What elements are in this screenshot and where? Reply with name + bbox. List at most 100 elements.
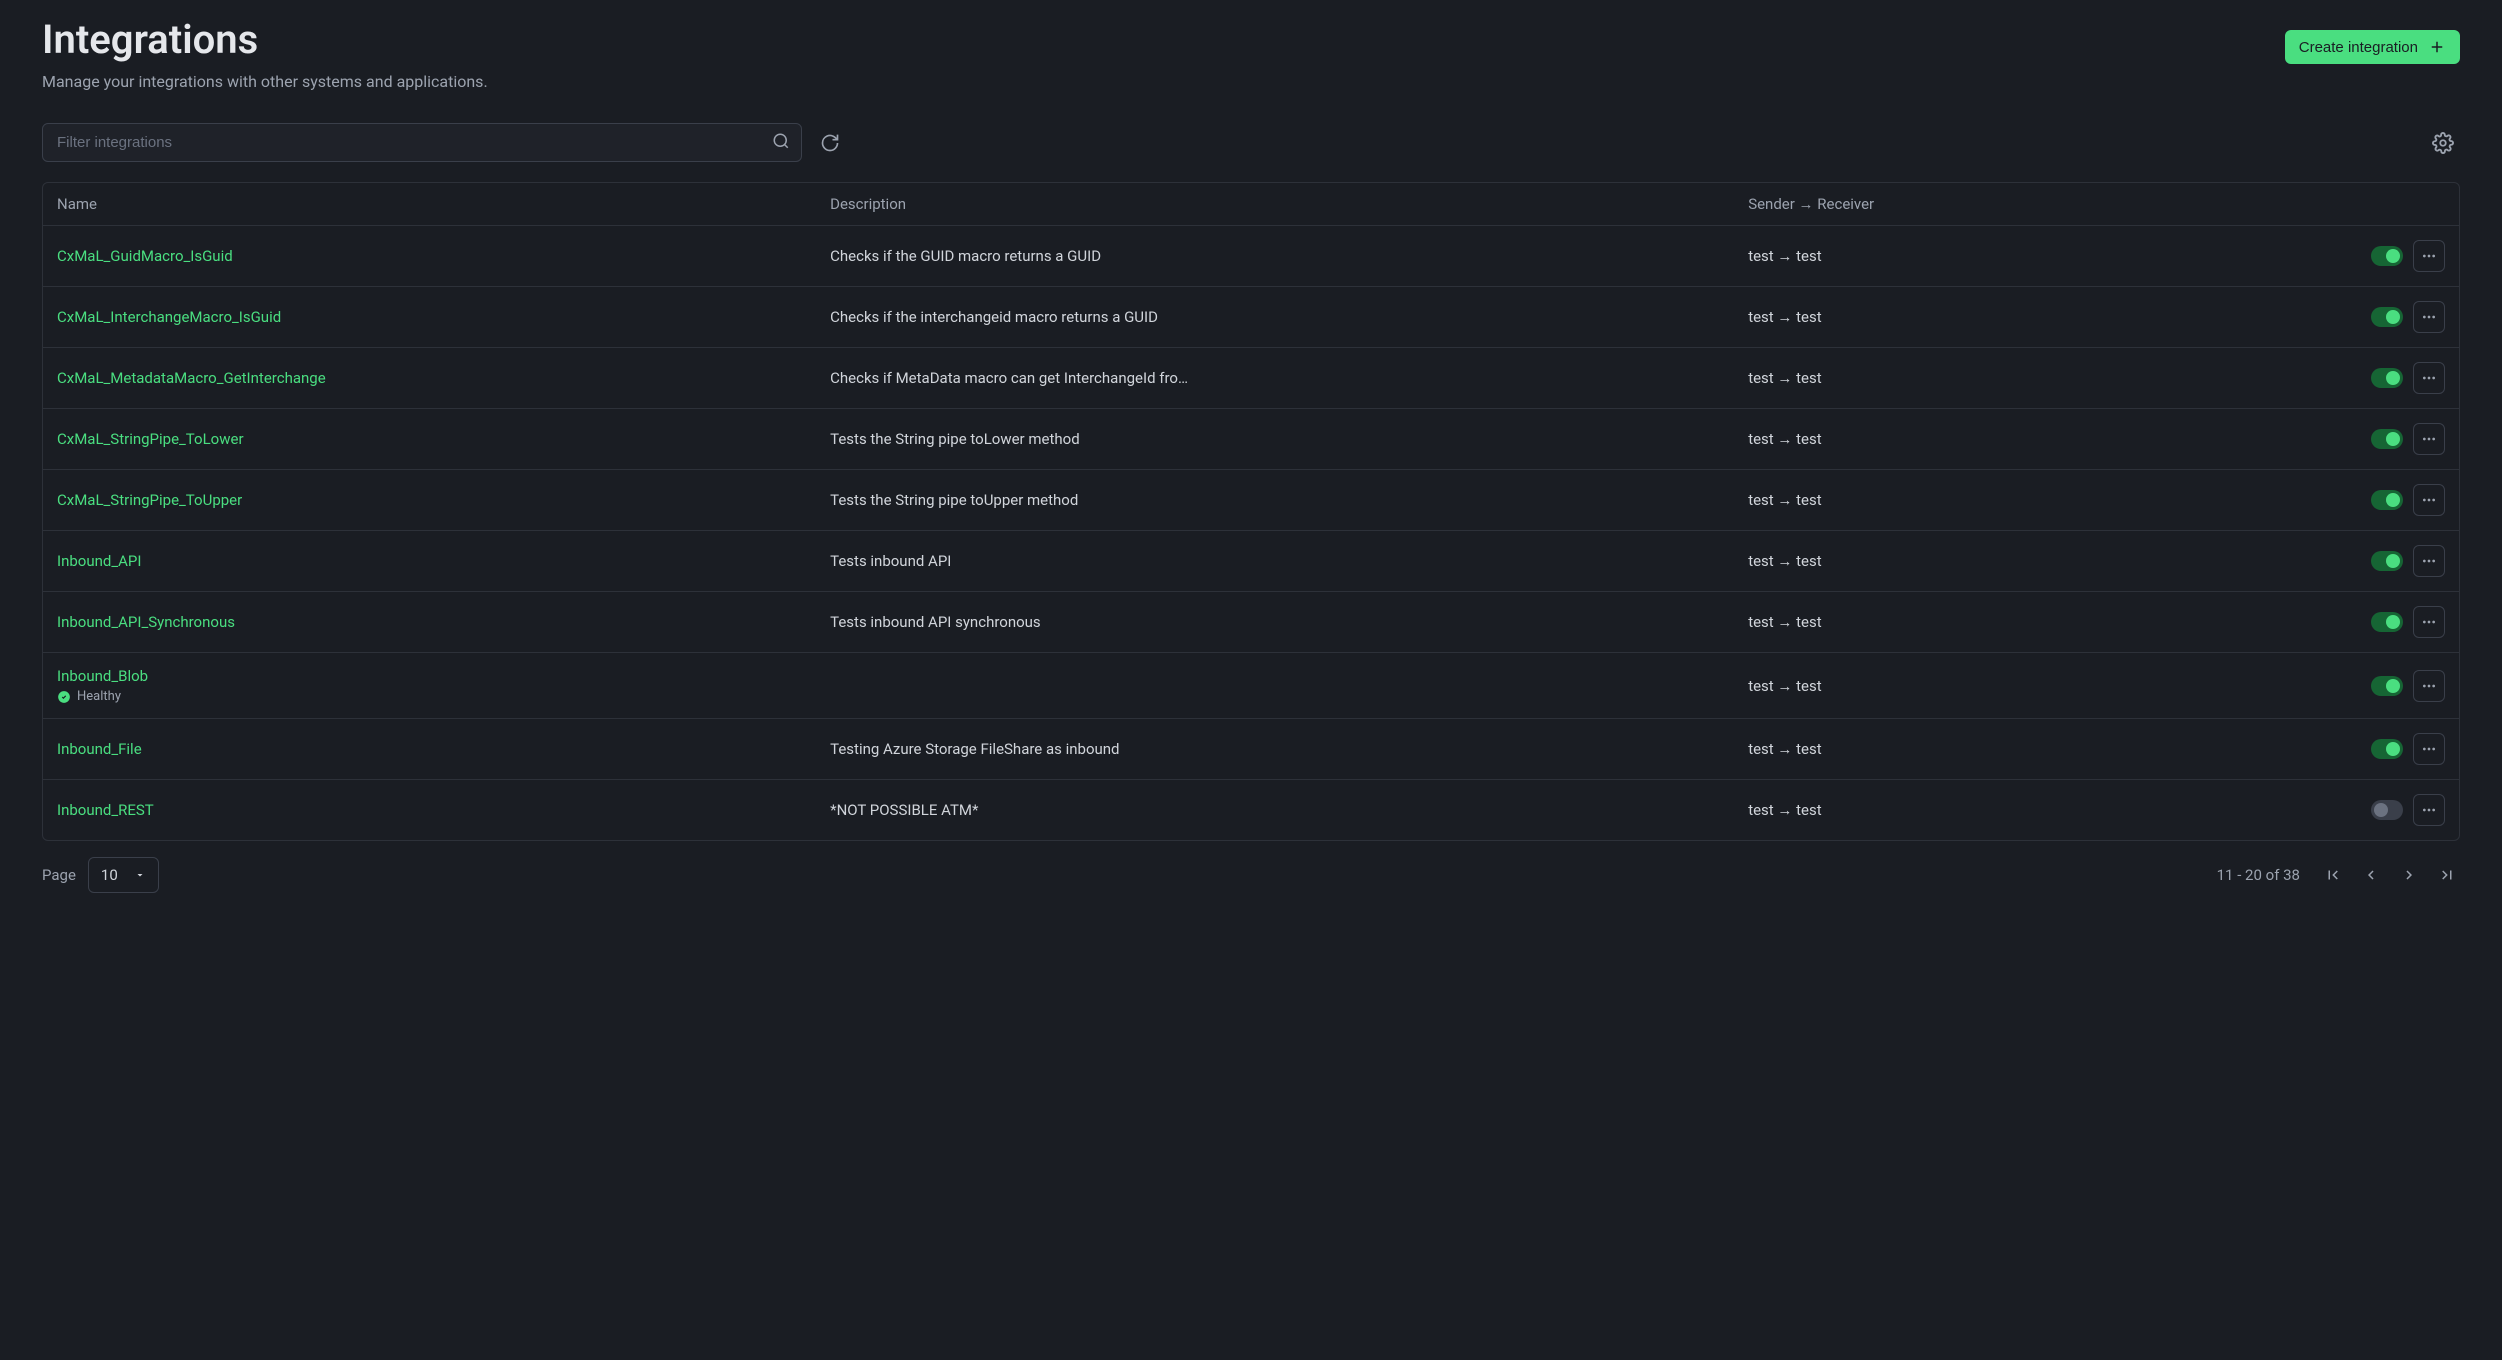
table-row: CxMaL_StringPipe_ToUpper Tests the String…: [43, 470, 2459, 531]
create-integration-button[interactable]: Create integration: [2285, 30, 2460, 64]
more-actions-button[interactable]: [2413, 301, 2445, 333]
enabled-toggle[interactable]: [2371, 739, 2403, 759]
page-size-value: 10: [101, 866, 118, 884]
integration-description: Checks if the interchangeid macro return…: [816, 287, 1734, 348]
more-actions-button[interactable]: [2413, 733, 2445, 765]
gear-icon: [2432, 132, 2454, 154]
integration-description: Testing Azure Storage FileShare as inbou…: [816, 719, 1734, 780]
integration-name-link[interactable]: Inbound_API_Synchronous: [57, 613, 802, 631]
search-icon: [772, 132, 790, 154]
enabled-toggle[interactable]: [2371, 368, 2403, 388]
integration-name-link[interactable]: Inbound_Blob: [57, 667, 802, 685]
page-size-select[interactable]: 10: [88, 857, 159, 893]
check-circle-icon: [57, 690, 71, 704]
header-sender-receiver[interactable]: Sender → Receiver: [1734, 183, 2169, 226]
ellipsis-icon: [2421, 370, 2437, 386]
integration-description: [816, 653, 1734, 719]
table-row: CxMaL_MetadataMacro_GetInterchange Checks…: [43, 348, 2459, 409]
table-row: Inbound_File Testing Azure Storage FileSh…: [43, 719, 2459, 780]
refresh-icon: [820, 133, 840, 153]
integration-name-link[interactable]: CxMaL_StringPipe_ToUpper: [57, 491, 802, 509]
pagination-range: 11 - 20 of 38: [2217, 866, 2300, 884]
search-input[interactable]: [42, 123, 802, 162]
ellipsis-icon: [2421, 741, 2437, 757]
last-page-icon: [2438, 866, 2456, 884]
table-row: Inbound_REST *NOT POSSIBLE ATM*test → tes…: [43, 780, 2459, 841]
integration-sender-receiver: test → test: [1734, 226, 2169, 287]
first-page-button[interactable]: [2320, 862, 2346, 888]
table-row: Inbound_Blob Healthy test → test: [43, 653, 2459, 719]
integration-name-link[interactable]: Inbound_API: [57, 552, 802, 570]
integrations-table: Name Description Sender → Receiver CxMaL…: [42, 182, 2460, 841]
search-wrapper: [42, 123, 802, 162]
integration-description: Checks if the GUID macro returns a GUID: [816, 226, 1734, 287]
ellipsis-icon: [2421, 248, 2437, 264]
header-name[interactable]: Name: [43, 183, 816, 226]
integration-description: Tests inbound API synchronous: [816, 592, 1734, 653]
refresh-button[interactable]: [814, 127, 846, 159]
enabled-toggle[interactable]: [2371, 246, 2403, 266]
integration-description: Tests the String pipe toLower method: [816, 409, 1734, 470]
integration-sender-receiver: test → test: [1734, 780, 2169, 841]
more-actions-button[interactable]: [2413, 240, 2445, 272]
table-row: CxMaL_InterchangeMacro_IsGuid Checks if t…: [43, 287, 2459, 348]
table-row: CxMaL_StringPipe_ToLower Tests the String…: [43, 409, 2459, 470]
prev-page-button[interactable]: [2358, 862, 2384, 888]
enabled-toggle[interactable]: [2371, 612, 2403, 632]
chevron-right-icon: [2400, 866, 2418, 884]
create-integration-label: Create integration: [2299, 39, 2418, 56]
more-actions-button[interactable]: [2413, 423, 2445, 455]
more-actions-button[interactable]: [2413, 484, 2445, 516]
integration-name-link[interactable]: CxMaL_GuidMacro_IsGuid: [57, 247, 802, 265]
ellipsis-icon: [2421, 614, 2437, 630]
enabled-toggle[interactable]: [2371, 307, 2403, 327]
more-actions-button[interactable]: [2413, 606, 2445, 638]
pagination: Page 10 11 - 20 of 38: [42, 857, 2460, 893]
more-actions-button[interactable]: [2413, 794, 2445, 826]
integration-sender-receiver: test → test: [1734, 531, 2169, 592]
table-row: Inbound_API Tests inbound APItest → test: [43, 531, 2459, 592]
chevron-left-icon: [2362, 866, 2380, 884]
health-label: Healthy: [77, 689, 121, 704]
more-actions-button[interactable]: [2413, 670, 2445, 702]
enabled-toggle[interactable]: [2371, 490, 2403, 510]
enabled-toggle[interactable]: [2371, 429, 2403, 449]
enabled-toggle[interactable]: [2371, 676, 2403, 696]
health-status: Healthy: [57, 689, 802, 704]
ellipsis-icon: [2421, 309, 2437, 325]
enabled-toggle[interactable]: [2371, 551, 2403, 571]
integration-sender-receiver: test → test: [1734, 409, 2169, 470]
ellipsis-icon: [2421, 678, 2437, 694]
integration-name-link[interactable]: CxMaL_StringPipe_ToLower: [57, 430, 802, 448]
page-title: Integrations: [42, 16, 258, 63]
plus-icon: [2428, 38, 2446, 56]
more-actions-button[interactable]: [2413, 545, 2445, 577]
integration-description: Checks if MetaData macro can get Interch…: [816, 348, 1734, 409]
integration-name-link[interactable]: CxMaL_MetadataMacro_GetInterchange: [57, 369, 802, 387]
page-subtitle: Manage your integrations with other syst…: [42, 72, 2460, 91]
integration-name-link[interactable]: CxMaL_InterchangeMacro_IsGuid: [57, 308, 802, 326]
ellipsis-icon: [2421, 492, 2437, 508]
integration-sender-receiver: test → test: [1734, 592, 2169, 653]
ellipsis-icon: [2421, 802, 2437, 818]
table-row: Inbound_API_Synchronous Tests inbound API…: [43, 592, 2459, 653]
page-label: Page: [42, 866, 76, 884]
more-actions-button[interactable]: [2413, 362, 2445, 394]
integration-description: Tests inbound API: [816, 531, 1734, 592]
integration-name-link[interactable]: Inbound_File: [57, 740, 802, 758]
integration-description: Tests the String pipe toUpper method: [816, 470, 1734, 531]
first-page-icon: [2324, 866, 2342, 884]
ellipsis-icon: [2421, 431, 2437, 447]
integration-name-link[interactable]: Inbound_REST: [57, 801, 802, 819]
next-page-button[interactable]: [2396, 862, 2422, 888]
settings-button[interactable]: [2426, 126, 2460, 160]
integration-description: *NOT POSSIBLE ATM*: [816, 780, 1734, 841]
table-row: CxMaL_GuidMacro_IsGuid Checks if the GUID…: [43, 226, 2459, 287]
last-page-button[interactable]: [2434, 862, 2460, 888]
integration-sender-receiver: test → test: [1734, 348, 2169, 409]
header-description[interactable]: Description: [816, 183, 1734, 226]
integration-sender-receiver: test → test: [1734, 287, 2169, 348]
integration-sender-receiver: test → test: [1734, 719, 2169, 780]
enabled-toggle[interactable]: [2371, 800, 2403, 820]
integration-sender-receiver: test → test: [1734, 653, 2169, 719]
